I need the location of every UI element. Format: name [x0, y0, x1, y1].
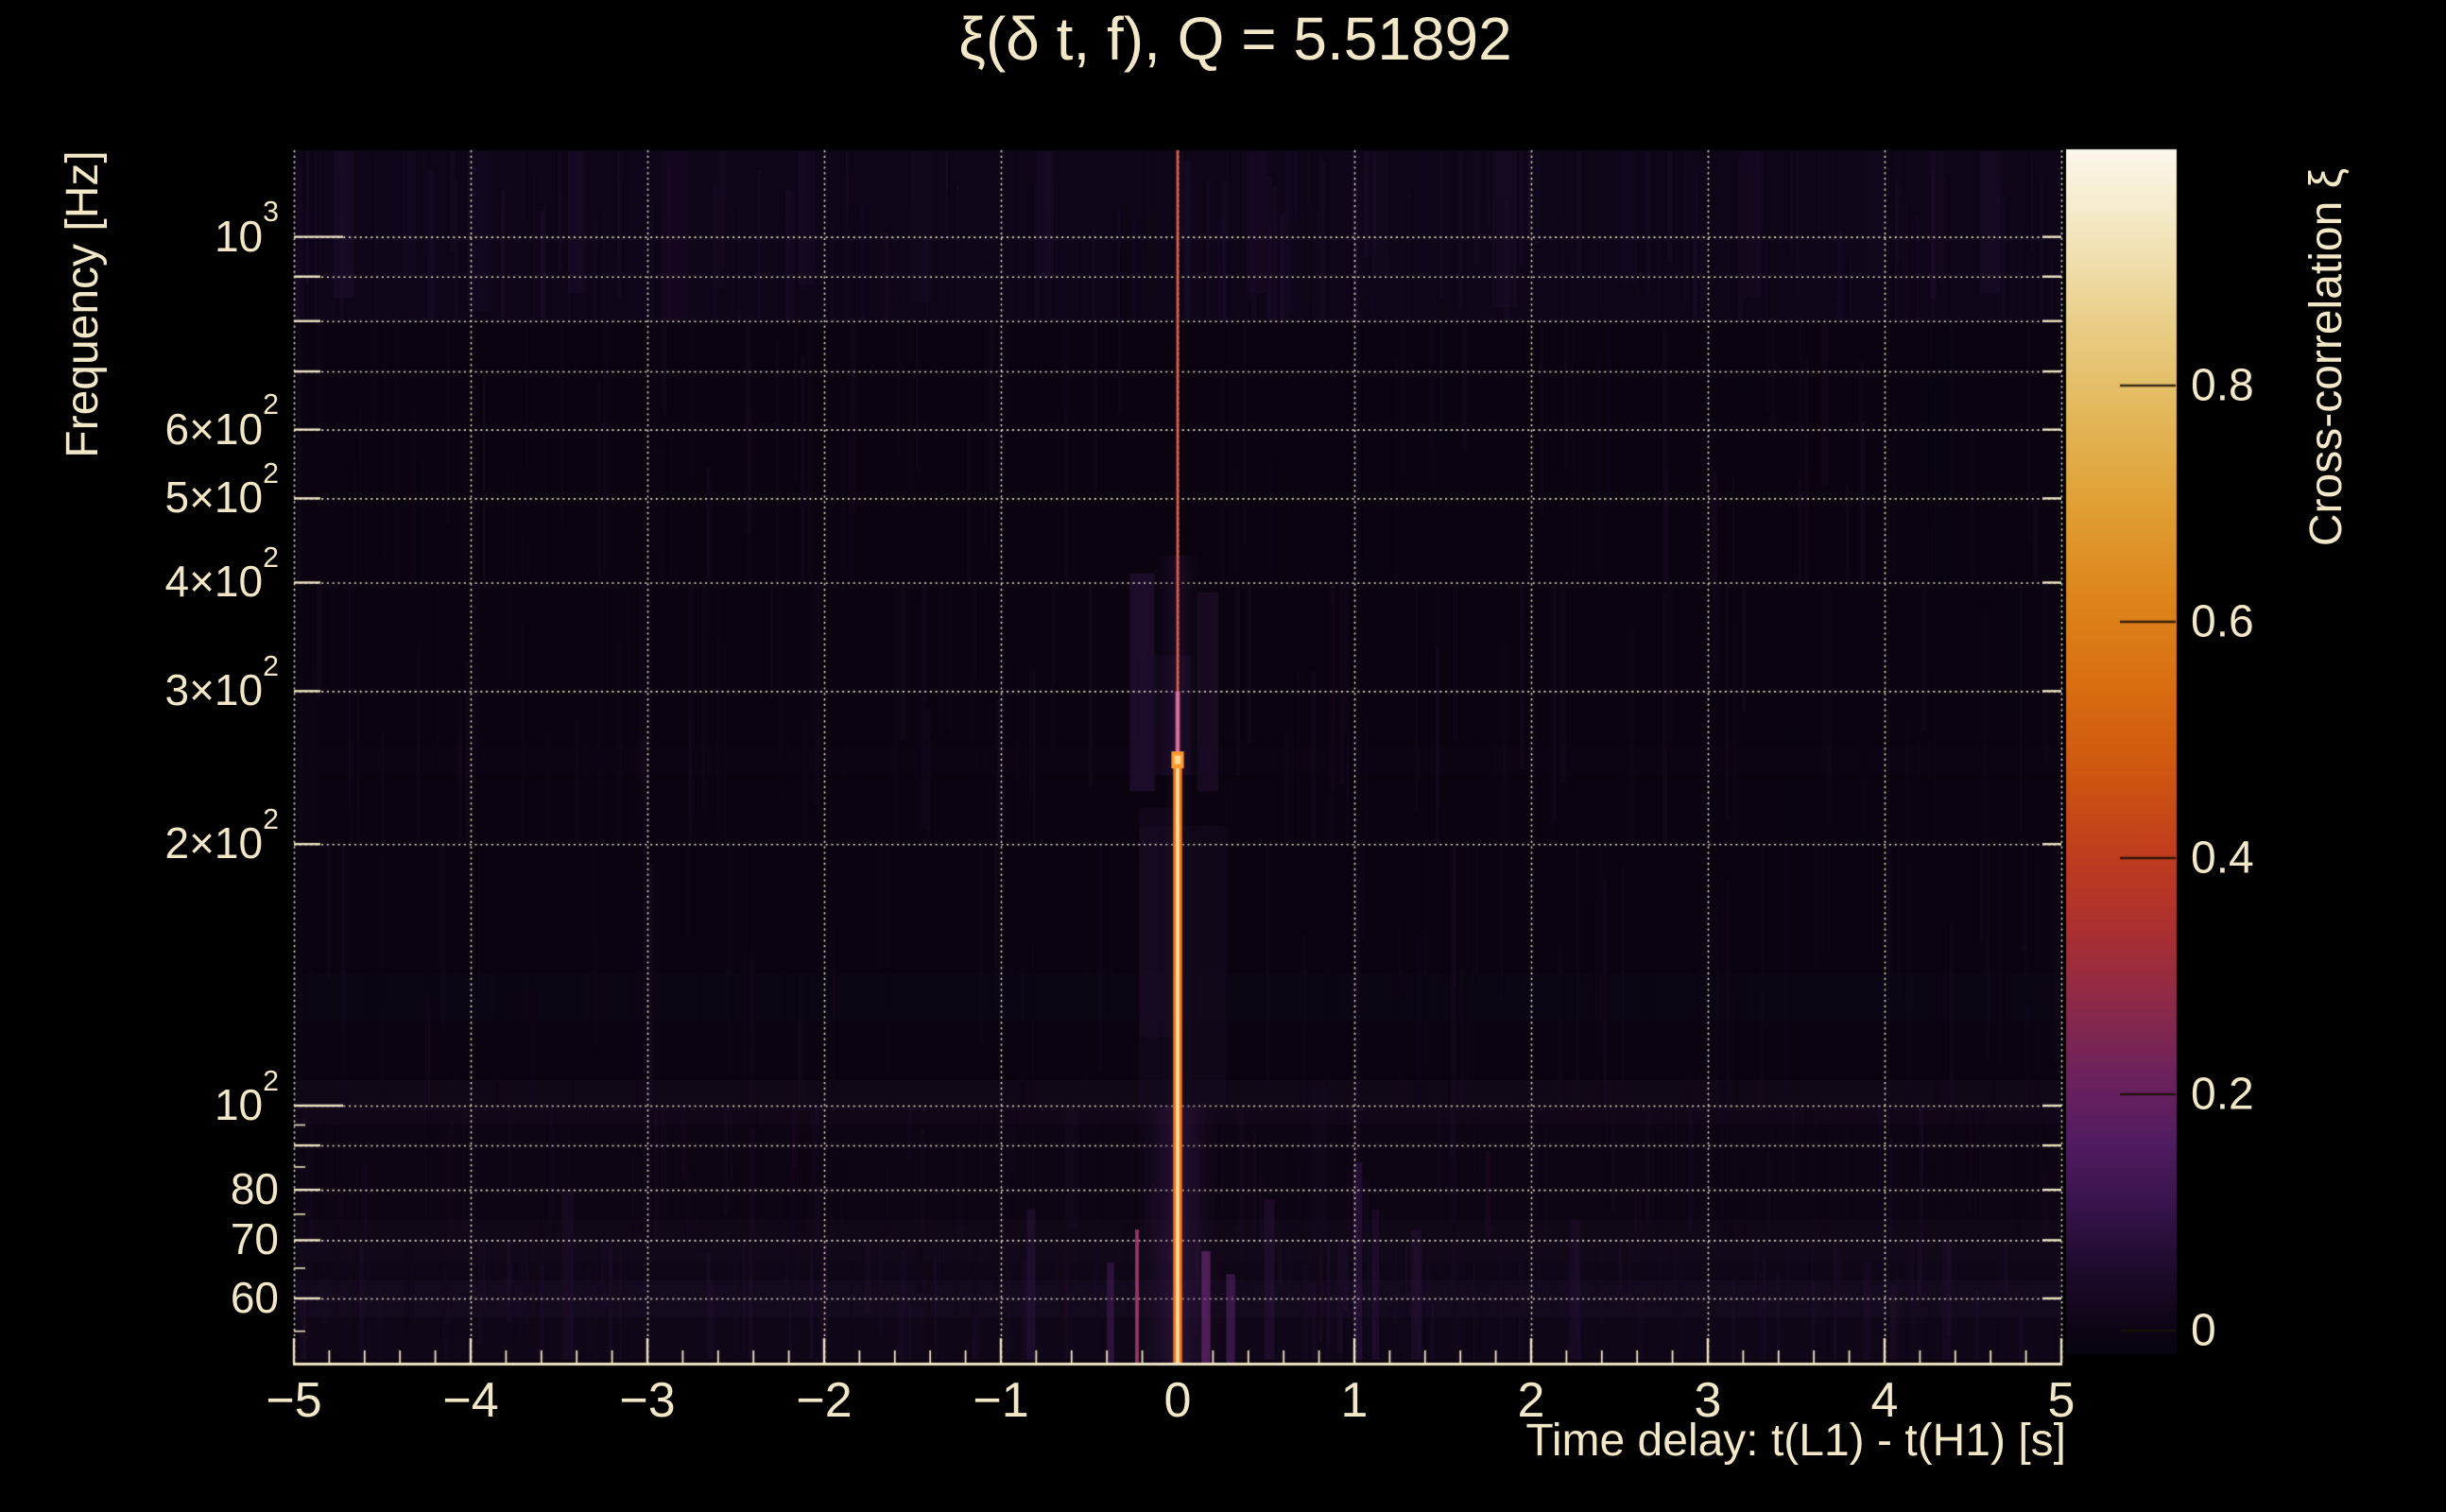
colorbar-tick-label: 0.4 — [2191, 833, 2254, 884]
x-tick-label: −1 — [973, 1373, 1029, 1428]
x-tick-label: 5 — [2047, 1373, 2076, 1428]
x-tick-label: 4 — [1870, 1373, 1899, 1428]
x-tick-label: −5 — [266, 1373, 322, 1428]
y-tick-label: 2×102 — [164, 803, 279, 868]
x-tick-label: 3 — [1694, 1373, 1722, 1428]
colorbar-tick-label: 0.8 — [2191, 360, 2254, 411]
x-tick-label: −4 — [442, 1373, 499, 1428]
y-tick-label: 80 — [230, 1164, 279, 1214]
x-tick-label: 1 — [1340, 1373, 1369, 1428]
x-tick-label: 0 — [1163, 1373, 1192, 1428]
colorbar-tick-label: 0 — [2191, 1305, 2216, 1356]
y-axis-title: Frequency [Hz] — [58, 150, 108, 458]
y-tick-label: 102 — [214, 1065, 279, 1129]
y-tick-label: 4×102 — [164, 541, 279, 607]
colorbar-tick-label: 0.6 — [2191, 596, 2254, 647]
y-tick-label: 3×102 — [164, 650, 279, 715]
y-tick-label: 103 — [214, 197, 279, 261]
colorbar-title: Cross-correlation ξ — [2301, 167, 2351, 547]
x-tick-label: −3 — [619, 1373, 676, 1428]
colorbar-tick-label: 0.2 — [2191, 1069, 2254, 1120]
x-axis-title: Time delay: t(L1) - t(H1) [s] — [1525, 1416, 2066, 1466]
y-tick-label: 60 — [230, 1272, 279, 1322]
x-tick-label: 2 — [1517, 1373, 1545, 1428]
chart-title: ξ(δ t, f), Q = 5.51892 — [958, 5, 1512, 73]
y-tick-label: 70 — [230, 1214, 279, 1264]
heatmap-canvas — [0, 0, 2446, 1512]
y-tick-label: 6×102 — [164, 389, 279, 454]
x-tick-label: −2 — [796, 1373, 853, 1428]
y-tick-label: 5×102 — [164, 457, 279, 523]
